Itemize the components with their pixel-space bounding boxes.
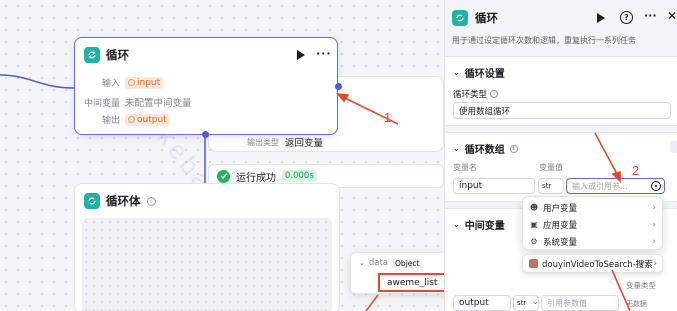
app-icon: ▣ <box>530 220 538 229</box>
loop-icon <box>84 47 100 63</box>
play-icon <box>597 13 605 23</box>
info-icon: i <box>490 90 499 98</box>
panel-description: 用于通过设定循环次数和逻辑，重复执行一系列任务 <box>452 36 636 45</box>
chevron-right-icon: › <box>652 202 656 213</box>
middle-var-title: 中间变量 <box>464 221 505 232</box>
col-var-name: 变量名 <box>453 163 477 172</box>
panel-more-button[interactable]: ··· <box>644 9 657 22</box>
col-var-value: 变量值 <box>539 163 563 172</box>
loop-icon <box>84 193 100 209</box>
panel-title: 循环 <box>475 11 498 25</box>
input-tag: input <box>125 76 164 89</box>
loop-node-port-right[interactable] <box>335 83 342 90</box>
loop-array-section: ⌄ 循环数组 i 变量名 变量值 input str ⌄ 输入或引用参... <box>445 132 677 202</box>
config-panel: 循环 ? ··· ✕ 用于通过设定循环次数和逻辑，重复执行一系列任务 ⌄ 循环设… <box>444 0 677 311</box>
loop-node-title: 循环 <box>106 48 129 62</box>
loop-node-row-input: 输入 input <box>75 76 337 89</box>
gear-icon: ⚙ <box>530 237 538 246</box>
more-icon: ··· <box>644 9 657 22</box>
loop-node-row-middle: 中间变量 未配置中间变量 <box>83 98 192 109</box>
loop-node-port-bottom[interactable] <box>202 131 209 138</box>
output-col-sub: 无数据 <box>626 300 647 308</box>
output-col-type: 变量类型 <box>626 281 656 290</box>
array-var-type-select[interactable]: str <box>538 178 564 194</box>
info-icon: i <box>509 144 518 153</box>
loop-body-title: 循环体 <box>106 194 141 208</box>
chevron-right-icon: › <box>652 236 656 247</box>
output-type-value: 返回变量 <box>285 138 324 149</box>
panel-close-button[interactable]: ✕ <box>667 9 677 23</box>
reference-menu: ☻ 用户变量 › ▣ 应用变量 › ⚙ 系统变量 › <box>522 196 663 250</box>
data-key-type: Object <box>392 258 423 268</box>
run-status-text: 运行成功 <box>236 172 276 184</box>
chevron-down-icon[interactable]: ⌄ <box>453 220 460 229</box>
chevron-right-icon: › <box>653 258 657 269</box>
add-array-var-button[interactable] <box>670 141 677 153</box>
chevron-down-icon[interactable]: ⌄ <box>359 259 365 267</box>
aweme-list-name: aweme_list <box>387 277 438 288</box>
close-icon: ✕ <box>667 9 677 23</box>
run-time-badge: 0.000s <box>282 170 317 182</box>
plugin-avatar <box>529 259 538 268</box>
loop-type-label: 循环类型 <box>453 90 488 100</box>
help-icon: ? <box>624 13 629 22</box>
chevron-down-icon: ⌄ <box>532 297 539 306</box>
menu-item-system-vars[interactable]: ⚙ 系统变量 › <box>523 233 662 250</box>
loop-icon <box>452 10 468 26</box>
chevron-right-icon: › <box>652 219 656 230</box>
menu-item-app-vars[interactable]: ▣ 应用变量 › <box>523 216 662 233</box>
annotation-label-2: 2 <box>632 163 640 178</box>
loop-body-canvas[interactable] <box>82 218 332 311</box>
loop-body-node[interactable]: 循环体 i <box>74 183 340 311</box>
play-icon <box>297 50 305 60</box>
loop-settings-section: ⌄ 循环设置 循环类型 i 使用数组循环 <box>445 56 677 126</box>
loop-type-select[interactable]: 使用数组循环 <box>453 102 671 119</box>
loop-node[interactable]: 循环 ··· 输入 input 中间变量 未配置中间变量 输出 output <box>74 37 342 138</box>
array-var-name-input[interactable]: input <box>453 178 535 194</box>
data-key: data <box>368 258 389 268</box>
output-var-name-input[interactable]: output <box>453 295 511 311</box>
chevron-down-icon[interactable]: ⌄ <box>453 144 460 153</box>
menu-item-user-vars[interactable]: ☻ 用户变量 › <box>523 199 662 216</box>
ref-node-item[interactable]: douyinVideoToSearch-搜索 › <box>522 254 663 273</box>
info-icon: i <box>146 196 156 206</box>
loop-array-title: 循环数组 <box>464 145 505 156</box>
run-button[interactable] <box>297 50 305 60</box>
loop-node-row-output: 输出 output <box>75 113 337 126</box>
more-icon: ··· <box>316 47 332 60</box>
user-icon: ☻ <box>529 203 539 212</box>
panel-run-button[interactable] <box>597 13 605 26</box>
output-type-label: 输出类型 <box>247 137 279 147</box>
more-button[interactable]: ··· <box>316 47 332 60</box>
output-var-value-input[interactable]: 引用参数值 <box>541 295 619 311</box>
loop-settings-title: 循环设置 <box>464 69 505 80</box>
output-tag: output <box>125 113 170 126</box>
annotation-label-1: 1 <box>384 110 392 125</box>
success-check-icon <box>217 169 230 183</box>
ref-picker-icon[interactable] <box>651 181 661 191</box>
chevron-down-icon[interactable]: ⌄ <box>453 68 460 77</box>
help-button[interactable]: ? <box>620 11 633 24</box>
